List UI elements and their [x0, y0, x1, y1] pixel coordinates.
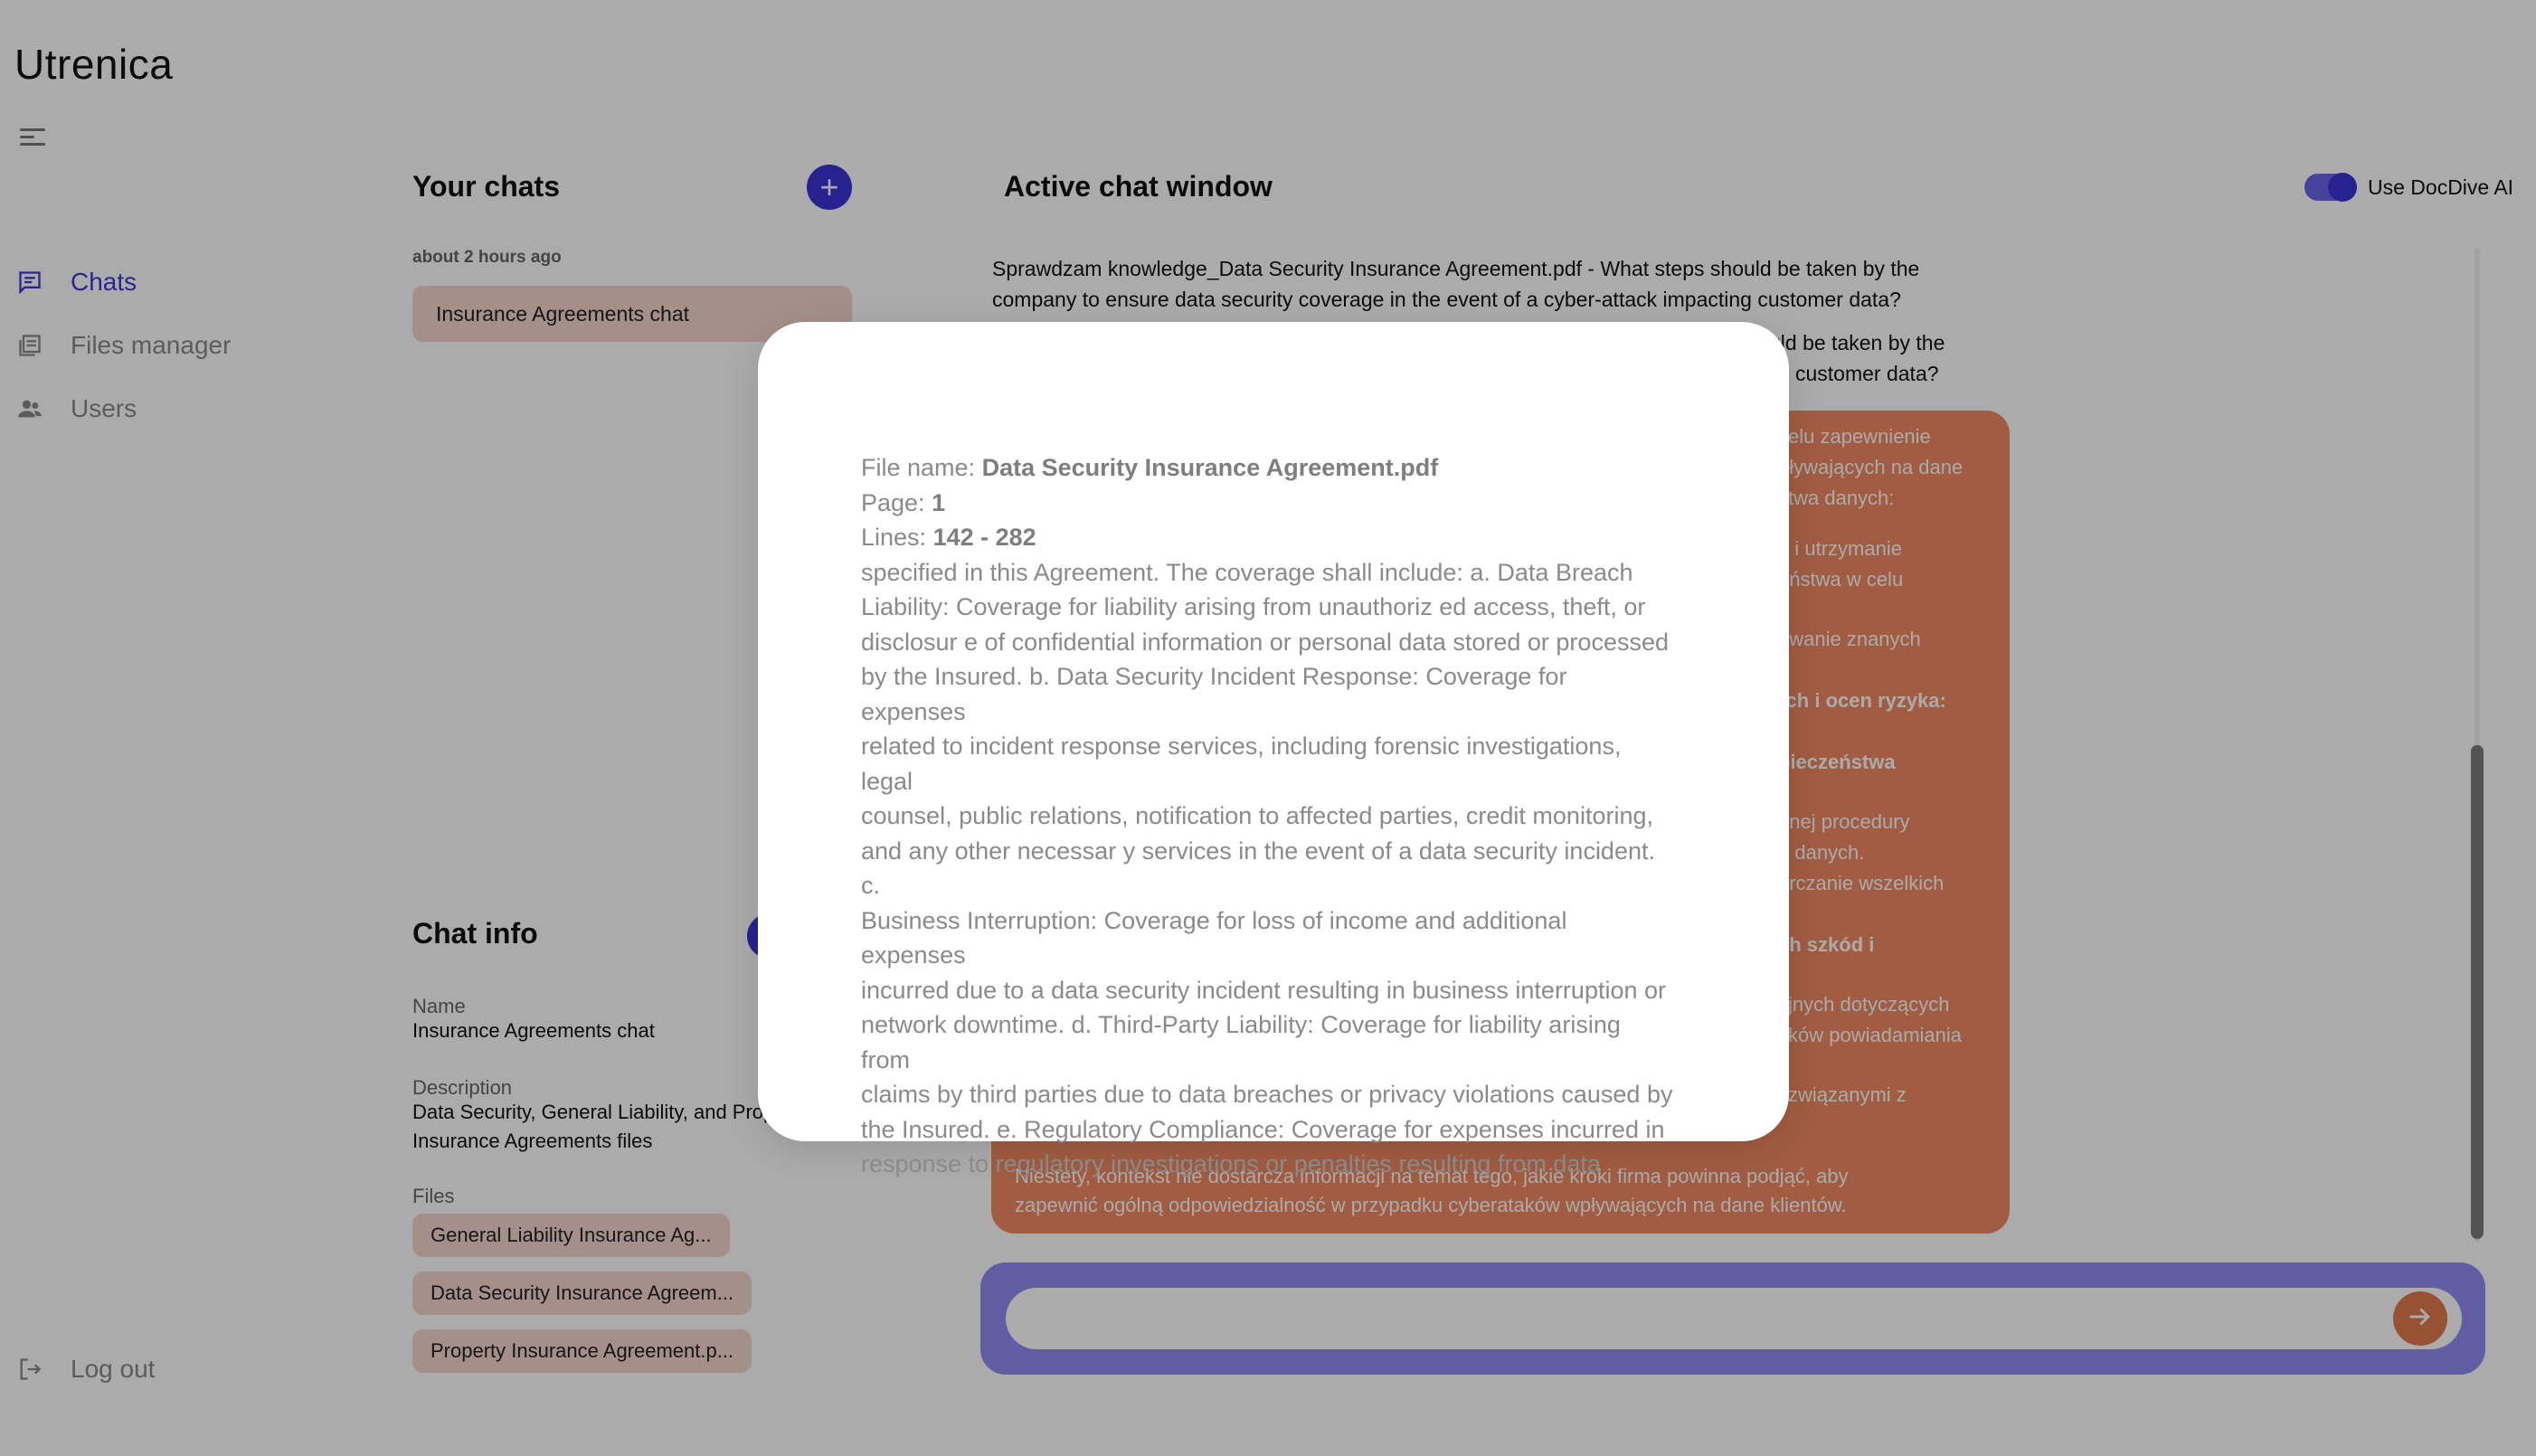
source-text-line: the Insured. e. Regulatory Compliance: C… [861, 1115, 1665, 1143]
source-preview-body: File name: Data Security Insurance Agree… [861, 450, 1675, 1182]
source-text-line: related to incident response services, i… [861, 733, 1622, 795]
source-text-line: disclosur e of confidential information … [861, 628, 1669, 656]
source-text-line: Liability: Coverage for liability arisin… [861, 593, 1646, 620]
source-text-line: incurred due to a data security incident… [861, 976, 1666, 1004]
lines-label: Lines: [861, 524, 927, 551]
source-text-line: and any other necessar y services in the… [861, 837, 1655, 900]
source-text-line: claims by third parties due to data brea… [861, 1081, 1673, 1108]
lines-row: Lines: 142 - 282 [861, 520, 1675, 555]
source-text-line: counsel, public relations, notification … [861, 802, 1653, 829]
source-preview-modal: File name: Data Security Insurance Agree… [758, 322, 1789, 1177]
source-text-line: by the Insured. b. Data Security Inciden… [861, 663, 1567, 725]
file-name-value: Data Security Insurance Agreement.pdf [981, 454, 1439, 481]
file-name-label: File name: [861, 454, 976, 481]
page-label: Page: [861, 488, 925, 516]
page-row: Page: 1 [861, 486, 1675, 521]
file-name-row: File name: Data Security Insurance Agree… [861, 450, 1675, 486]
source-text-line: response to regulatory investigations or… [861, 1150, 1601, 1177]
lines-value: 142 - 282 [932, 524, 1036, 551]
source-text-line: network downtime. d. Third-Party Liabili… [861, 1011, 1621, 1073]
source-text-line: Business Interruption: Coverage for loss… [861, 906, 1567, 969]
page-value: 1 [932, 488, 946, 516]
source-text-line: specified in this Agreement. The coverag… [861, 558, 1633, 586]
